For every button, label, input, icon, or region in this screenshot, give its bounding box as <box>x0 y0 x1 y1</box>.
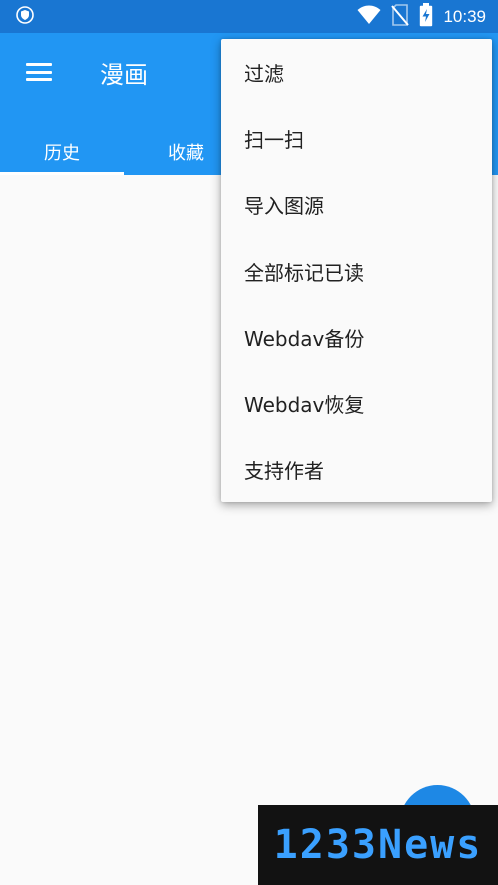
tab-history-label: 历史 <box>44 142 80 164</box>
hamburger-menu-icon[interactable] <box>26 63 52 81</box>
overflow-menu: 过滤 扫一扫 导入图源 全部标记已读 Webdav备份 Webdav恢复 支持作… <box>221 39 492 502</box>
menu-item-mark-all-read[interactable]: 全部标记已读 <box>221 238 492 304</box>
menu-item-webdav-backup[interactable]: Webdav备份 <box>221 304 492 370</box>
tab-favorites-label: 收藏 <box>168 142 204 164</box>
status-bar: 10:39 <box>0 0 498 33</box>
app-title: 漫画 <box>100 61 148 89</box>
status-time: 10:39 <box>443 6 486 26</box>
menu-item-support-author[interactable]: 支持作者 <box>221 437 492 503</box>
menu-item-filter[interactable]: 过滤 <box>221 39 492 105</box>
wifi-icon <box>357 5 381 29</box>
menu-item-webdav-restore[interactable]: Webdav恢复 <box>221 370 492 436</box>
battery-charging-icon <box>419 2 433 31</box>
no-sim-icon <box>391 3 410 30</box>
watermark-logo: 1233News <box>258 805 498 885</box>
shield-icon <box>16 5 34 28</box>
tab-history[interactable]: 历史 <box>0 128 124 175</box>
watermark-text: 1233News <box>273 822 483 868</box>
menu-item-scan[interactable]: 扫一扫 <box>221 105 492 171</box>
tab-indicator <box>0 172 124 175</box>
menu-item-import-source[interactable]: 导入图源 <box>221 172 492 238</box>
